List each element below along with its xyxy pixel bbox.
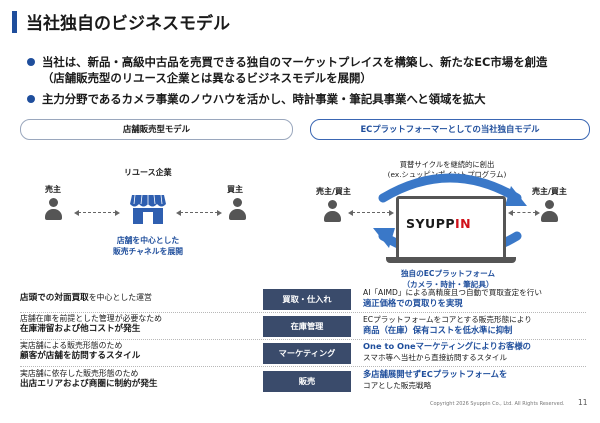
seller-person-icon bbox=[45, 198, 62, 222]
store-model-header: 店舗販売型モデル bbox=[20, 119, 293, 140]
table-row: 実店舗に依存した販売形態のため 出店エリアおよび商圏に制約が発生 販売 多店舗展… bbox=[20, 369, 586, 393]
page-number: 11 bbox=[578, 398, 588, 407]
seller-store-arrow bbox=[74, 209, 120, 216]
table-row: 店舗在庫を前提とした管理が必要なため 在庫滞留および他コストが発生 在庫管理 E… bbox=[20, 314, 586, 338]
ec-side-line2: スマホ等へ当社から直接訪問するスタイル bbox=[363, 353, 508, 362]
ec-side-cell: ECプラットフォームをコアとする販売形態により 商品（在庫）保有コストを低水準に… bbox=[363, 314, 588, 336]
store-side-emphasis: 店頭での対面買取 bbox=[20, 293, 89, 303]
bullet-item: 主力分野であるカメラ事業のノウハウを活かし、時計事業・筆記具事業へと領域を拡大 bbox=[26, 91, 586, 107]
ec-side-line2: コアとした販売戦略 bbox=[363, 381, 432, 390]
right-party-person-icon bbox=[541, 200, 558, 224]
ec-side-line1: AI「AIMD」による高精度且つ自動で買取査定を行い bbox=[363, 288, 542, 297]
category-label: 販売 bbox=[263, 371, 351, 392]
seller-label: 売主 bbox=[45, 185, 61, 194]
laptop-base-icon bbox=[386, 257, 516, 263]
store-note-line1: 店舗を中心とした bbox=[116, 236, 180, 245]
store-side-text: を中心とした運営 bbox=[88, 293, 152, 302]
ec-model-header: ECプラットフォーマーとしての当社独自モデル bbox=[310, 119, 590, 140]
store-side-cell: 店舗在庫を前提とした管理が必要なため 在庫滞留および他コストが発生 bbox=[20, 314, 260, 338]
category-label: 在庫管理 bbox=[263, 316, 351, 337]
bullet-item: 当社は、新品・高級中古品を売買できる独自のマーケットプレイスを構築し、新たなEC… bbox=[26, 54, 586, 86]
title-accent-bar bbox=[12, 11, 17, 33]
ec-side-cell: One to Oneマーケティングによりお客様の スマホ等へ当社から直接訪問する… bbox=[363, 341, 588, 363]
store-side-cell: 実店舗による販売形態のため 顧客が店舗を訪問するスタイル bbox=[20, 341, 260, 365]
store-channel-note: 店舗を中心とした 販売チャネルを展開 bbox=[100, 235, 196, 257]
copyright-footer: Copyright 2026 Syuppin Co., Ltd. All Rig… bbox=[430, 401, 565, 407]
store-side-emphasis: 出店エリアおよび商圏に制約が発生 bbox=[20, 379, 158, 389]
store-buyer-arrow bbox=[176, 209, 222, 216]
store-side-emphasis: 在庫滞留および他コストが発生 bbox=[20, 324, 141, 334]
ec-side-line2: 商品（在庫）保有コストを低水準に抑制 bbox=[363, 325, 513, 335]
bullet-dot-icon bbox=[27, 95, 35, 103]
store-icon bbox=[130, 194, 166, 224]
ec-side-line1: One to Oneマーケティングによりお客様の bbox=[363, 341, 531, 351]
category-label: マーケティング bbox=[263, 343, 351, 364]
category-label: 買取・仕入れ bbox=[263, 289, 351, 310]
ec-side-line1: 多店舗展開せずECプラットフォームを bbox=[363, 369, 508, 379]
ec-side-cell: AI「AIMD」による高精度且つ自動で買取査定を行い 適正価格での買取りを実現 bbox=[363, 287, 588, 309]
ec-side-line1: ECプラットフォームをコアとする販売形態により bbox=[363, 315, 532, 324]
left-party-arrow bbox=[348, 209, 394, 216]
bullet-list: 当社は、新品・高級中古品を売買できる独自のマーケットプレイスを構築し、新たなEC… bbox=[26, 54, 586, 112]
bullet-text: 主力分野であるカメラ事業のノウハウを活かし、時計事業・筆記具事業へと領域を拡大 bbox=[42, 92, 486, 106]
row-divider bbox=[20, 339, 586, 340]
buyer-label: 買主 bbox=[227, 185, 243, 194]
ec-side-line2: 適正価格での買取りを実現 bbox=[363, 298, 463, 308]
reuse-company-label: リユース企業 bbox=[124, 168, 172, 177]
platform-note-line1: 独自のECプラットフォーム bbox=[400, 269, 496, 278]
syuppin-logo: SYUPPIN bbox=[406, 216, 471, 231]
logo-text: SYUPPIN bbox=[406, 216, 472, 231]
store-side-text: 実店舗に依存した販売形態のため bbox=[20, 369, 139, 378]
store-note-line2: 販売チャネルを展開 bbox=[112, 247, 184, 256]
row-divider bbox=[20, 312, 586, 313]
store-side-emphasis: 顧客が店舗を訪問するスタイル bbox=[20, 351, 141, 361]
page-title: 当社独自のビジネスモデル bbox=[26, 14, 230, 34]
buyer-person-icon bbox=[229, 198, 246, 222]
row-divider bbox=[20, 366, 586, 367]
left-party-person-icon bbox=[324, 200, 341, 224]
right-party-arrow bbox=[508, 209, 540, 216]
ec-side-cell: 多店舗展開せずECプラットフォームを コアとした販売戦略 bbox=[363, 369, 588, 391]
store-side-cell: 実店舗に依存した販売形態のため 出店エリアおよび商圏に制約が発生 bbox=[20, 369, 260, 393]
bullet-text-cont: （店舗販売型のリユース企業とは異なるビジネスモデルを展開） bbox=[42, 71, 372, 85]
table-row: 実店舗による販売形態のため 顧客が店舗を訪問するスタイル マーケティング One… bbox=[20, 341, 586, 365]
store-side-text: 店舗在庫を前提とした管理が必要なため bbox=[20, 314, 163, 323]
right-party-label: 売主/買主 bbox=[532, 187, 567, 196]
bullet-text: 当社は、新品・高級中古品を売買できる独自のマーケットプレイスを構築し、新たなEC… bbox=[42, 55, 548, 69]
store-side-text: 実店舗による販売形態のため bbox=[20, 341, 123, 350]
left-party-label: 売主/買主 bbox=[316, 187, 351, 196]
table-row: 店頭での対面買取を中心とした運営 買取・仕入れ AI「AIMD」による高精度且つ… bbox=[20, 287, 586, 311]
bullet-dot-icon bbox=[27, 58, 35, 66]
